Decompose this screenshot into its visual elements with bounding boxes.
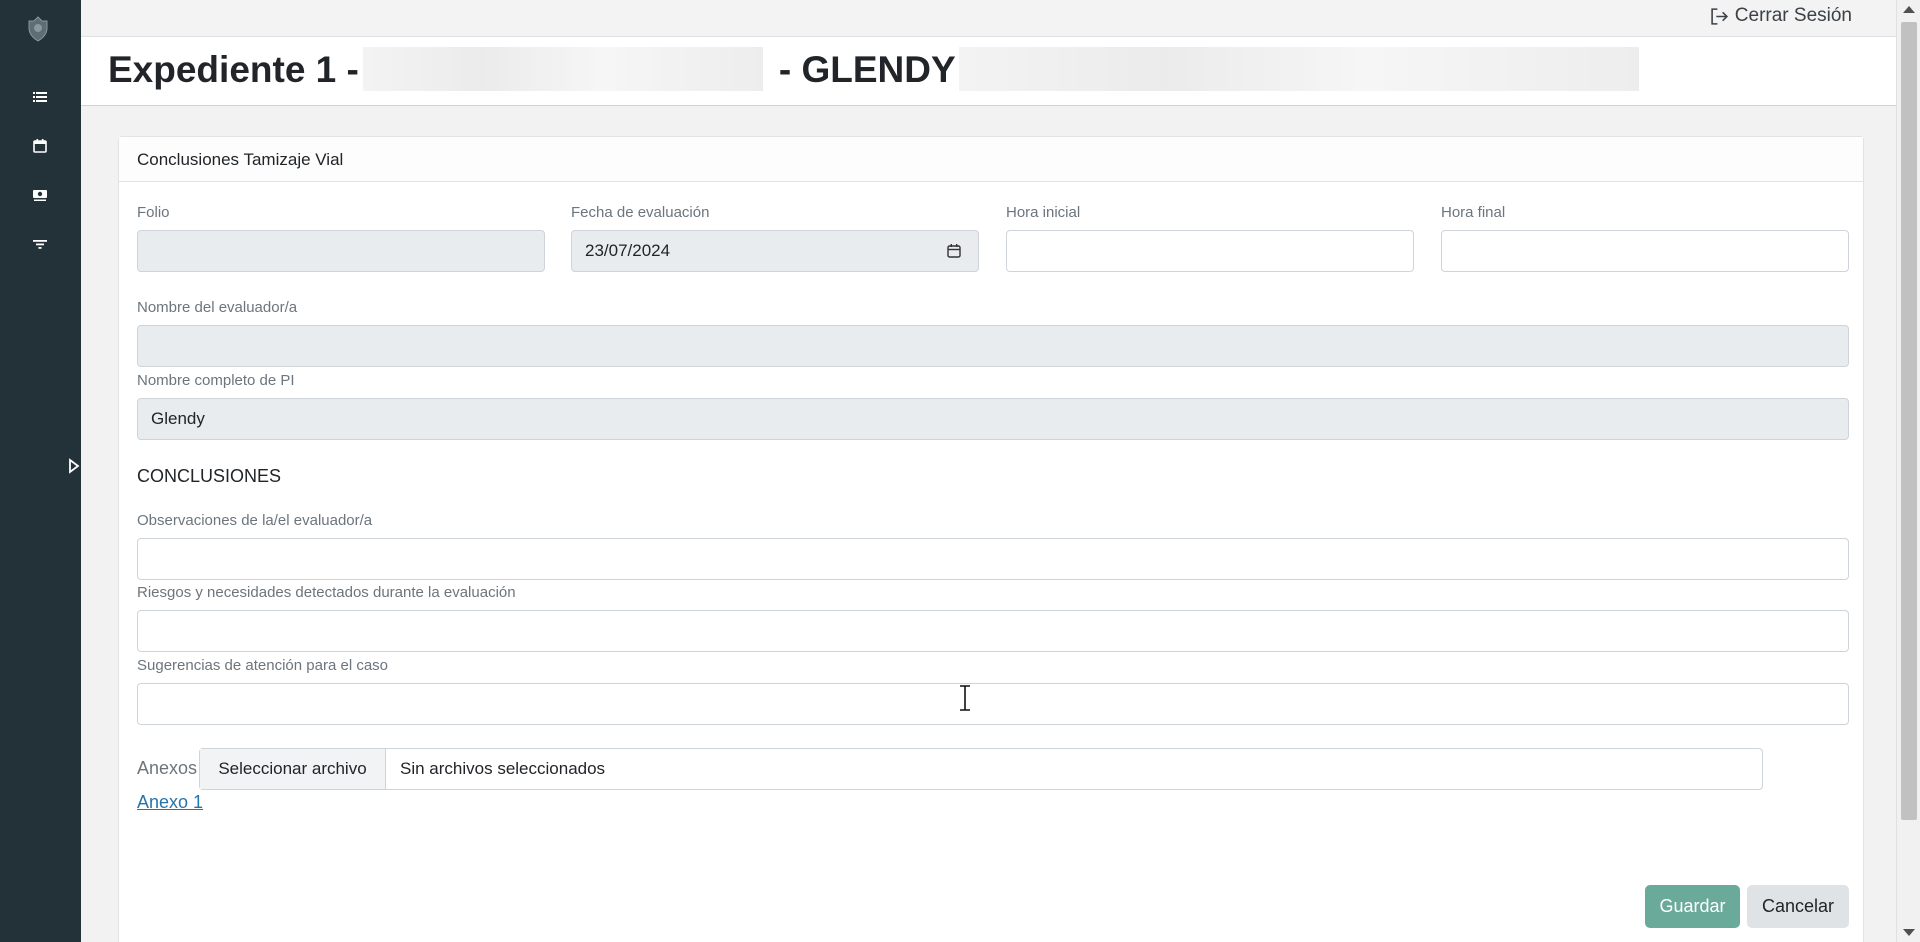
scroll-up-arrow[interactable] xyxy=(1903,6,1915,13)
evaluador-label: Nombre del evaluador/a xyxy=(137,299,298,316)
annex-link[interactable]: Anexo 1 xyxy=(137,792,203,813)
select-file-button[interactable]: Seleccionar archivo xyxy=(200,749,386,789)
fecha-label: Fecha de evaluación xyxy=(571,204,710,221)
save-button[interactable]: Guardar xyxy=(1645,885,1740,928)
riesgos-label: Riesgos y necesidades detectados durante… xyxy=(137,584,516,601)
scroll-thumb[interactable] xyxy=(1901,22,1917,820)
cancel-button[interactable]: Cancelar xyxy=(1747,885,1849,928)
title-suffix: - GLENDY xyxy=(778,49,956,90)
hora-inicial-label: Hora inicial xyxy=(1006,204,1081,221)
hora-final-input[interactable] xyxy=(1441,230,1849,272)
sugerencias-label: Sugerencias de atención para el caso xyxy=(137,657,389,674)
logout-link[interactable]: Cerrar Sesión xyxy=(1710,5,1852,27)
anexos-label: Anexos xyxy=(137,758,198,778)
fecha-value: 23/07/2024 xyxy=(585,241,671,260)
money-icon[interactable] xyxy=(32,187,48,203)
scrollbar[interactable] xyxy=(1896,0,1920,942)
logo-emblem-icon[interactable] xyxy=(26,16,50,42)
logout-icon xyxy=(1711,7,1728,25)
hora-inicial-input[interactable] xyxy=(1006,230,1414,272)
top-bar: Cerrar Sesión xyxy=(81,0,1896,37)
card-title: Conclusiones Tamizaje Vial xyxy=(119,137,1863,182)
redacted-area xyxy=(363,47,763,91)
nombre-pi-value: Glendy xyxy=(151,409,205,428)
nombre-pi-field[interactable]: Glendy xyxy=(137,398,1849,440)
section-title: CONCLUSIONES xyxy=(137,466,282,486)
file-input[interactable]: Seleccionar archivo Sin archivos selecci… xyxy=(199,748,1763,790)
sidebar xyxy=(0,0,81,942)
list-icon[interactable] xyxy=(32,89,48,105)
expand-sidebar-icon[interactable] xyxy=(68,458,80,474)
sugerencias-input[interactable] xyxy=(137,683,1849,725)
observaciones-label: Observaciones de la/el evaluador/a xyxy=(137,512,373,529)
page-header: Expediente 1 - - GLENDY xyxy=(81,37,1896,106)
calendar-icon[interactable] xyxy=(32,138,48,154)
fecha-field[interactable]: 23/07/2024 xyxy=(571,230,979,272)
folio-field[interactable] xyxy=(137,230,545,272)
file-status-text: Sin archivos seleccionados xyxy=(400,759,606,778)
title-prefix: Expediente 1 - xyxy=(108,49,359,90)
calendar-icon[interactable] xyxy=(946,243,962,259)
nombre-pi-label: Nombre completo de PI xyxy=(137,372,295,389)
folio-label: Folio xyxy=(137,204,170,221)
riesgos-input[interactable] xyxy=(137,610,1849,652)
filter-icon[interactable] xyxy=(32,236,48,252)
text-cursor-icon xyxy=(958,685,972,711)
logout-label: Cerrar Sesión xyxy=(1734,5,1852,26)
hora-final-label: Hora final xyxy=(1441,204,1506,221)
scroll-down-arrow[interactable] xyxy=(1903,929,1915,936)
redacted-area xyxy=(959,47,1639,91)
evaluador-field[interactable] xyxy=(137,325,1849,367)
observaciones-input[interactable] xyxy=(137,538,1849,580)
